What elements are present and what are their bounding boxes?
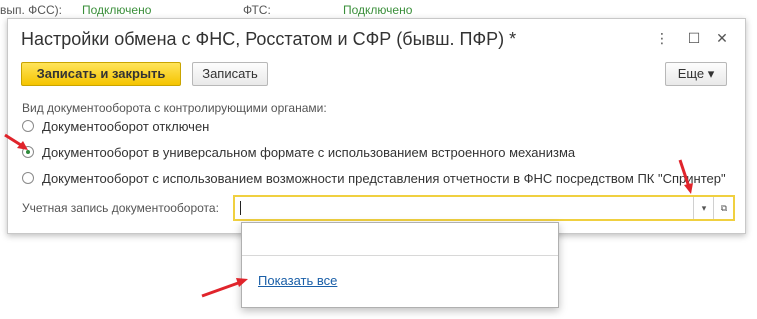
maximize-icon[interactable]: ☐ (685, 29, 703, 47)
doc-flow-label: Вид документооборота с контролирующими о… (22, 101, 327, 115)
bg-fts-label: ФТС: (243, 3, 271, 17)
chevron-down-icon[interactable]: ▾ (693, 197, 714, 219)
bg-fts-status: Подключено (343, 3, 413, 17)
more-button[interactable]: Еще ▾ (665, 62, 727, 86)
dialog-title: Настройки обмена с ФНС, Росстатом и СФР … (21, 29, 517, 49)
radio-button[interactable] (22, 172, 34, 184)
radio-button[interactable] (22, 120, 34, 132)
radio-label: Документооборот в универсальном формате … (42, 145, 576, 160)
text-caret (240, 201, 241, 215)
settings-dialog: Настройки обмена с ФНС, Росстатом и СФР … (7, 18, 746, 234)
save-button[interactable]: Записать (192, 62, 268, 86)
radio-label: Документооборот отключен (42, 119, 210, 134)
account-dropdown-list: Показать все (241, 222, 559, 308)
close-icon[interactable]: ✕ (713, 29, 731, 47)
bg-fss-label: вып. ФСС): (0, 3, 62, 17)
radio-button-selected[interactable] (22, 146, 34, 158)
radio-label: Документооборот с использованием возможн… (42, 171, 726, 186)
account-field-label: Учетная запись документооборота: (22, 201, 219, 215)
bg-fss-status: Подключено (82, 3, 152, 17)
open-form-icon[interactable]: ⧉ (713, 197, 734, 219)
show-all-link[interactable]: Показать все (258, 273, 337, 288)
account-select-field[interactable]: ▾ ⧉ (233, 195, 735, 221)
more-menu-icon[interactable]: ⋮ (653, 29, 671, 47)
empty-list-item[interactable] (242, 223, 558, 256)
background-form-row: вып. ФСС): Подключено ФТС: Подключено (0, 0, 757, 18)
save-and-close-button[interactable]: Записать и закрыть (21, 62, 181, 86)
